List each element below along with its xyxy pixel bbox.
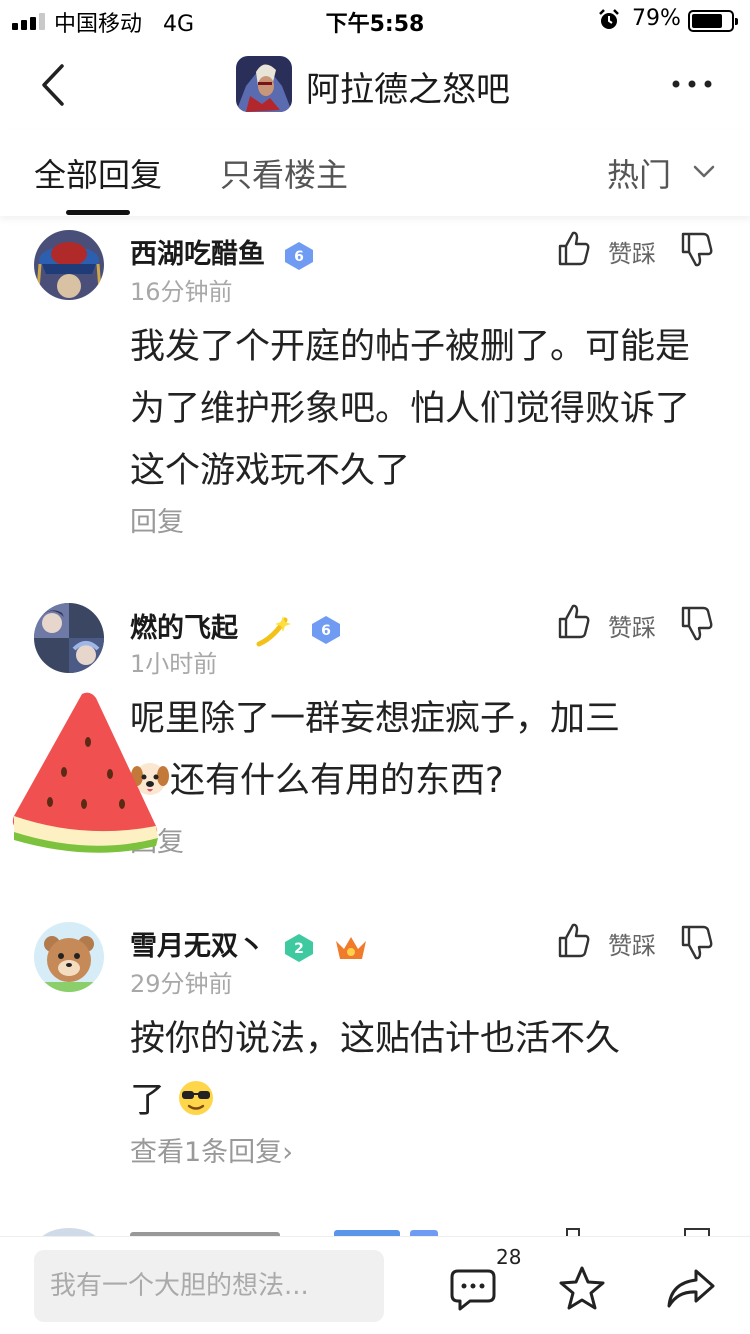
battery-percent: 79% bbox=[632, 6, 681, 31]
thumbs-up-icon[interactable] bbox=[557, 922, 591, 958]
battery-icon bbox=[688, 10, 738, 32]
member-crown-icon bbox=[335, 936, 366, 959]
star-icon[interactable] bbox=[558, 1265, 606, 1311]
chevron-right-icon: › bbox=[282, 1137, 293, 1168]
thumbs-down-icon[interactable] bbox=[680, 925, 714, 961]
more-icon[interactable] bbox=[670, 72, 714, 96]
level-badge: 6 bbox=[285, 241, 314, 270]
comment-icon[interactable] bbox=[450, 1267, 496, 1311]
thumbs-down-icon[interactable] bbox=[680, 606, 714, 642]
comment-text: 呢里除了一群妄想症疯子，加三 还有什么有用的东西? bbox=[130, 688, 690, 812]
sunglasses-emoji-icon bbox=[179, 1081, 214, 1115]
comment-text-line: 按你的说法，这贴估计也活不久 bbox=[130, 1019, 621, 1059]
chevron-down-icon[interactable] bbox=[692, 164, 716, 180]
page-title: 阿拉德之怒吧 bbox=[306, 70, 510, 110]
tab-owner-only[interactable]: 只看楼主 bbox=[220, 150, 348, 196]
avatar[interactable] bbox=[34, 922, 104, 992]
status-bar: 中国移动 4G 下午5:58 79% bbox=[0, 0, 750, 40]
forum-logo[interactable] bbox=[236, 56, 292, 112]
bottom-bar: 28 bbox=[0, 1236, 750, 1334]
comment-time: 1小时前 bbox=[130, 650, 218, 678]
svg-text:6: 6 bbox=[295, 249, 305, 265]
comment-time: 29分钟前 bbox=[130, 970, 233, 998]
svg-text:6: 6 bbox=[321, 623, 331, 639]
nav-bar: 阿拉德之怒吧 bbox=[0, 40, 750, 130]
sparkle-icon bbox=[256, 615, 292, 646]
reply-tabs: 全部回复 只看楼主 热门 bbox=[0, 130, 750, 216]
level-badge: 2 bbox=[285, 933, 314, 962]
alarm-icon bbox=[599, 9, 619, 29]
comment-time: 16分钟前 bbox=[130, 278, 233, 306]
vote-label: 赞踩 bbox=[608, 614, 656, 642]
sort-dropdown[interactable]: 热门 bbox=[607, 150, 671, 196]
vote-label: 赞踩 bbox=[608, 932, 656, 960]
vote-label: 赞踩 bbox=[608, 240, 656, 268]
thumbs-up-icon[interactable] bbox=[557, 230, 591, 266]
comment-count: 28 bbox=[496, 1245, 522, 1269]
comment-text: 我发了个开庭的帖子被删了。可能是为了维护形象吧。怕人们觉得败诉了这个游戏玩不久了 bbox=[130, 327, 691, 491]
svg-text:2: 2 bbox=[295, 941, 305, 957]
level-badge: 6 bbox=[311, 615, 340, 644]
avatar[interactable] bbox=[34, 603, 104, 673]
share-icon[interactable] bbox=[666, 1267, 716, 1309]
avatar[interactable] bbox=[34, 230, 104, 300]
active-tab-indicator bbox=[66, 210, 130, 215]
username[interactable]: 雪月无双丶 2 bbox=[130, 924, 368, 963]
tab-all-replies[interactable]: 全部回复 bbox=[34, 150, 162, 196]
back-icon[interactable] bbox=[36, 62, 76, 108]
comment-text: 按你的说法，这贴估计也活不久 了 bbox=[130, 1008, 690, 1132]
battery-level-fill bbox=[692, 14, 722, 28]
reply-button[interactable]: 回复 bbox=[130, 500, 184, 539]
thumbs-up-icon[interactable] bbox=[557, 603, 591, 639]
comment-text-line: 还有什么有用的东西? bbox=[130, 750, 690, 812]
comment-text-line: 了 bbox=[130, 1070, 690, 1132]
thumbs-down-icon[interactable] bbox=[680, 232, 714, 268]
username[interactable]: 燃的飞起 6 bbox=[130, 606, 343, 648]
comment-text-line: 呢里除了一群妄想症疯子，加三 bbox=[130, 699, 621, 739]
watermelon-sticker-icon bbox=[12, 692, 158, 853]
view-replies-button[interactable]: 查看1条回复› bbox=[130, 1130, 293, 1169]
reply-input[interactable] bbox=[34, 1250, 384, 1322]
username[interactable]: 西湖吃醋鱼 6 bbox=[130, 232, 316, 271]
